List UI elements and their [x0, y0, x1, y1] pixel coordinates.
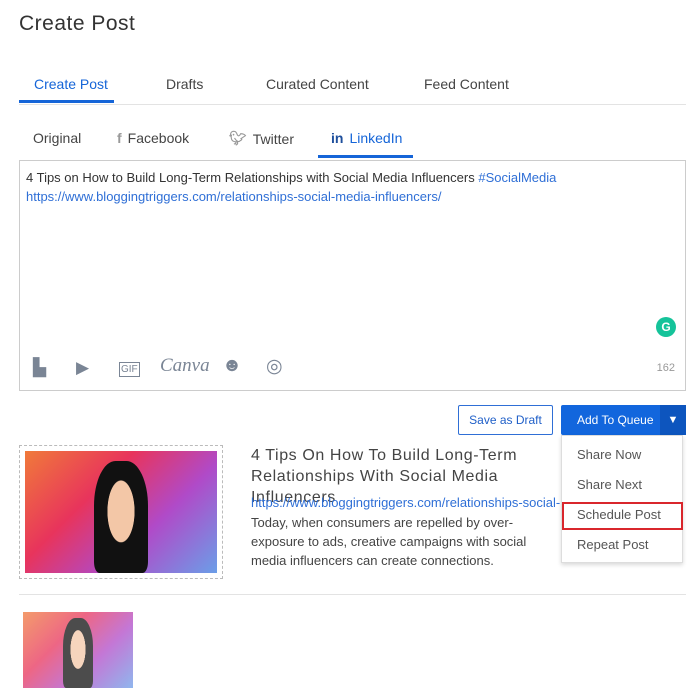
- divider: [19, 104, 686, 105]
- tab-original[interactable]: Original: [33, 130, 81, 146]
- tab-label: Facebook: [127, 130, 190, 146]
- chevron-down-icon[interactable]: ▼: [660, 405, 686, 435]
- post-url: https://www.bloggingtriggers.com/relatio…: [26, 189, 442, 204]
- linkedin-icon: in: [331, 130, 344, 146]
- tab-create-post[interactable]: Create Post: [34, 76, 108, 92]
- grammarly-icon[interactable]: G: [656, 317, 676, 337]
- tab-label: LinkedIn: [349, 130, 403, 146]
- preview-description: Today, when consumers are repelled by ov…: [251, 515, 527, 568]
- image-thumbnail[interactable]: [23, 612, 133, 688]
- queue-dropdown-menu: Share Now Share Next Schedule Post Repea…: [561, 435, 683, 563]
- tab-drafts[interactable]: Drafts: [166, 76, 203, 92]
- video-icon[interactable]: ▶: [76, 358, 89, 378]
- tab-linkedin[interactable]: in LinkedIn: [331, 130, 402, 146]
- tab-label: Original: [33, 130, 82, 146]
- preview-image: [25, 451, 217, 573]
- tab-feed-content[interactable]: Feed Content: [424, 76, 509, 92]
- active-tab-indicator: [19, 100, 114, 103]
- tab-label: Twitter: [252, 130, 295, 147]
- menu-item-share-next[interactable]: Share Next: [577, 477, 642, 492]
- preview-image-container[interactable]: [19, 445, 223, 579]
- add-to-queue-button[interactable]: Add To Queue ▼: [561, 405, 686, 435]
- post-body: 4 Tips on How to Build Long-Term Relatio…: [26, 170, 479, 185]
- button-label: Add To Queue: [577, 413, 654, 427]
- tab-curated-content[interactable]: Curated Content: [266, 76, 369, 92]
- target-icon[interactable]: ◎: [266, 355, 283, 378]
- save-as-draft-button[interactable]: Save as Draft: [458, 405, 553, 435]
- gif-icon[interactable]: GIF: [119, 362, 140, 377]
- tab-facebook[interactable]: f Facebook: [117, 130, 189, 146]
- divider: [19, 594, 686, 595]
- page-title: Create Post: [19, 12, 136, 35]
- menu-item-repeat-post[interactable]: Repeat Post: [577, 537, 649, 552]
- menu-item-schedule-post[interactable]: Schedule Post: [577, 507, 661, 522]
- image-icon[interactable]: ▙: [33, 358, 46, 378]
- preview-url[interactable]: https://www.bloggingtriggers.com/relatio…: [251, 495, 561, 510]
- emoji-icon[interactable]: ☻: [222, 355, 242, 377]
- post-editor[interactable]: 4 Tips on How to Build Long-Term Relatio…: [19, 160, 686, 391]
- hashtag: #SocialMedia: [478, 170, 557, 185]
- tab-twitter[interactable]: 🐦︎ Twitter: [229, 130, 294, 147]
- character-count: 162: [656, 362, 675, 374]
- post-text[interactable]: 4 Tips on How to Build Long-Term Relatio…: [26, 168, 556, 206]
- menu-item-share-now[interactable]: Share Now: [577, 447, 641, 462]
- canva-icon[interactable]: Canva: [160, 355, 210, 377]
- twitter-icon: 🐦︎: [229, 130, 247, 146]
- facebook-icon: f: [117, 130, 122, 146]
- active-tab-indicator: [318, 155, 413, 158]
